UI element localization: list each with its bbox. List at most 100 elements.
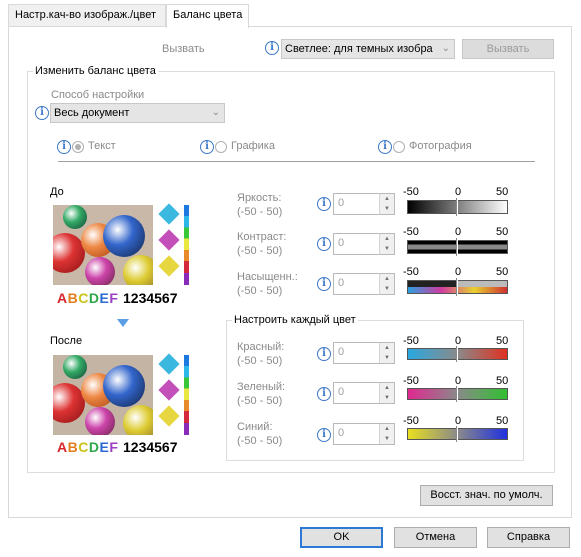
method-combo-value: Весь документ [54, 107, 130, 119]
spin-down-icon[interactable]: ▼ [380, 353, 394, 363]
red-spinner[interactable]: 0 ▲ ▼ [333, 342, 395, 364]
balance-group-title: Изменить баланс цвета [33, 65, 158, 77]
after-label: После [50, 335, 83, 347]
spin-up-icon[interactable]: ▲ [380, 383, 394, 393]
green-value: 0 [338, 386, 345, 398]
saturation-scale-min: -50 [403, 266, 419, 278]
cancel-button[interactable]: Отмена [394, 527, 477, 548]
saturation-marker [456, 278, 458, 296]
before-sample-letters: ABCDEF [57, 290, 119, 306]
green-spinner[interactable]: 0 ▲ ▼ [333, 382, 395, 404]
contrast-label: Контраст: [237, 231, 287, 243]
chevron-down-icon: ⌄ [441, 43, 450, 54]
text-radio[interactable] [72, 141, 84, 153]
text-info-icon[interactable]: i [57, 140, 71, 154]
saturation-value: 0 [338, 277, 345, 289]
blue-info-icon[interactable]: i [317, 428, 331, 442]
spin-up-icon[interactable]: ▲ [380, 343, 394, 353]
green-marker [456, 386, 458, 402]
method-info-icon[interactable]: i [35, 106, 49, 120]
help-button[interactable]: Справка [487, 527, 570, 548]
blue-label: Синий: [237, 421, 273, 433]
spin-up-icon[interactable]: ▲ [380, 274, 394, 284]
contrast-range: (-50 - 50) [237, 245, 283, 257]
graphics-info-icon[interactable]: i [200, 140, 214, 154]
contrast-scale-min: -50 [403, 226, 419, 238]
green-scale-min: -50 [403, 375, 419, 387]
spin-up-icon[interactable]: ▲ [380, 234, 394, 244]
contrast-info-icon[interactable]: i [317, 237, 331, 251]
contrast-scale-mid: 0 [455, 226, 462, 238]
green-scale-max: 50 [496, 375, 509, 387]
blue-spinner[interactable]: 0 ▲ ▼ [333, 423, 395, 445]
spin-down-icon[interactable]: ▼ [380, 434, 394, 444]
preset-info-icon[interactable]: i [265, 41, 279, 55]
saturation-range: (-50 - 50) [237, 285, 283, 297]
brightness-range: (-50 - 50) [237, 206, 283, 218]
before-cubes [157, 202, 182, 284]
saturation-info-icon[interactable]: i [317, 277, 331, 291]
brightness-scale-min: -50 [403, 186, 419, 198]
text-radio-label: Текст [88, 140, 116, 152]
tab-color-balance[interactable]: Баланс цвета [166, 4, 249, 28]
saturation-scale-max: 50 [496, 266, 509, 278]
blue-scale-max: 50 [496, 415, 509, 427]
tab-image-quality-label: Настр.кач-во изображ./цвет [15, 9, 156, 21]
red-value: 0 [338, 346, 345, 358]
blue-marker [456, 426, 458, 442]
brightness-scale-max: 50 [496, 186, 509, 198]
photo-radio-label: Фотография [409, 140, 472, 152]
brightness-info-icon[interactable]: i [317, 197, 331, 211]
arrow-down-icon [117, 319, 129, 327]
graphics-radio-label: Графика [231, 140, 275, 152]
spin-down-icon[interactable]: ▼ [380, 284, 394, 294]
before-photo [53, 205, 153, 285]
brightness-spinner[interactable]: 0 ▲ ▼ [333, 193, 395, 215]
spin-down-icon[interactable]: ▼ [380, 204, 394, 214]
preset-combo[interactable]: Светлее: для темных изобра ⌄ [281, 39, 455, 59]
spin-down-icon[interactable]: ▼ [380, 244, 394, 254]
red-scale-max: 50 [496, 335, 509, 347]
brightness-scale-mid: 0 [455, 186, 462, 198]
spin-up-icon[interactable]: ▲ [380, 194, 394, 204]
radio-divider [58, 161, 535, 162]
spin-down-icon[interactable]: ▼ [380, 393, 394, 403]
contrast-spinner[interactable]: 0 ▲ ▼ [333, 233, 395, 255]
red-info-icon[interactable]: i [317, 347, 331, 361]
after-photo [53, 355, 153, 435]
graphics-radio[interactable] [215, 141, 227, 153]
call-button[interactable]: Вызвать [462, 39, 554, 59]
after-sample-letters: ABCDEF [57, 439, 119, 455]
before-color-strip [184, 205, 189, 285]
brightness-value: 0 [338, 197, 345, 209]
after-cubes [157, 352, 182, 434]
blue-scale-min: -50 [403, 415, 419, 427]
tab-image-quality[interactable]: Настр.кач-во изображ./цвет [8, 4, 166, 26]
reset-defaults-button[interactable]: Восст. знач. по умолч. [420, 485, 553, 506]
photo-info-icon[interactable]: i [378, 140, 392, 154]
red-scale-min: -50 [403, 335, 419, 347]
red-range: (-50 - 50) [237, 355, 283, 367]
saturation-spinner[interactable]: 0 ▲ ▼ [333, 273, 395, 295]
call-label: Вызвать [162, 43, 205, 55]
photo-radio[interactable] [393, 141, 405, 153]
ok-button[interactable]: OK [300, 527, 383, 548]
contrast-marker [456, 238, 458, 256]
blue-range: (-50 - 50) [237, 435, 283, 447]
tab-color-balance-label: Баланс цвета [173, 9, 243, 21]
after-color-strip [184, 355, 189, 435]
saturation-label: Насыщенн.: [237, 271, 298, 283]
green-label: Зеленый: [237, 381, 286, 393]
preset-combo-value: Светлее: для темных изобра [285, 43, 433, 55]
saturation-scale-mid: 0 [455, 266, 462, 278]
before-label: До [50, 186, 64, 198]
method-combo[interactable]: Весь документ ⌄ [50, 103, 225, 123]
before-sample-digits: 1234567 [123, 290, 178, 306]
after-sample-digits: 1234567 [123, 439, 178, 455]
brightness-label: Яркость: [237, 192, 282, 204]
contrast-scale-max: 50 [496, 226, 509, 238]
blue-value: 0 [338, 427, 345, 439]
spin-up-icon[interactable]: ▲ [380, 424, 394, 434]
red-label: Красный: [237, 341, 285, 353]
green-info-icon[interactable]: i [317, 387, 331, 401]
